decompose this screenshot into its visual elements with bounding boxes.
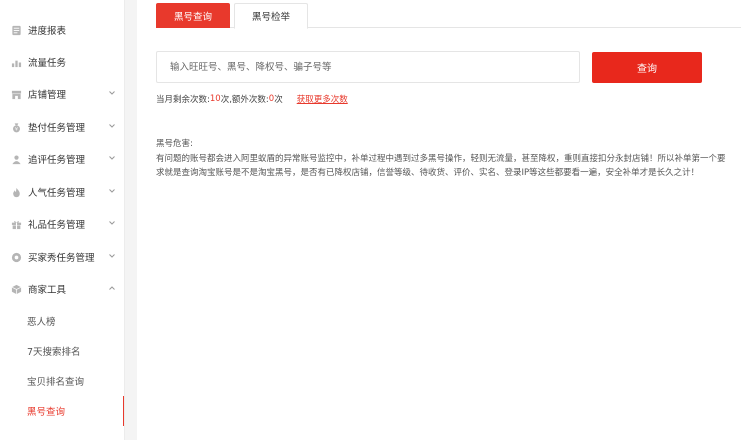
sidebar-item-buyer-show-tasks[interactable]: 买家秀任务管理 [0,241,124,273]
sidebar-item-label: 礼品任务管理 [28,220,86,231]
sidebar-subitem-item-rank-query[interactable]: 宝贝排名查询 [0,366,124,396]
sidebar-subitem-black-account-query[interactable]: 黑号查询 [0,396,124,426]
tab-black-account-report[interactable]: 黑号检举 [234,3,308,29]
get-more-link[interactable]: 获取更多次数 [297,93,348,105]
extra-count-unit: 次 [274,95,283,105]
sidebar-item-traffic-tasks[interactable]: 流量任务 [0,46,124,78]
sidebar-item-label: 流量任务 [28,58,67,69]
monthly-remaining-count: 10 [209,94,221,104]
sidebar-subitem-label: 7天搜索排名 [27,347,81,358]
sidebar-item-popularity-tasks[interactable]: 人气任务管理 [0,176,124,208]
tab-label: 黑号检举 [251,12,290,23]
sidebar-item-label: 店铺管理 [28,90,67,101]
gift-icon [10,218,22,230]
sidebar-item-label: 追评任务管理 [28,155,86,166]
tab-label: 黑号查询 [173,11,212,23]
buyer-show-icon [10,251,22,263]
chevron-down-icon [108,252,116,260]
svg-text:¥: ¥ [15,126,18,132]
shop-icon [10,88,22,100]
danger-text: 有问题的账号都会进入阿里蚁盾的异常账号监控中，补单过程中遇到过多黑号操作，轻则无… [156,154,726,178]
sidebar-item-label: 垫付任务管理 [28,123,86,134]
tab-bar: 黑号查询 黑号检举 [156,3,741,29]
sidebar-item-progress-report[interactable]: 进度报表 [0,14,124,46]
report-icon [10,24,22,36]
advance-pay-icon: ¥ [10,121,22,133]
danger-title: 黑号危害: [156,139,193,149]
sidebar-item-label: 买家秀任务管理 [28,253,95,264]
monthly-remaining-label: 当月剩余次数: [156,95,210,105]
query-button-label: 查询 [637,64,657,75]
sidebar-subitem-label: 黑号查询 [27,407,66,418]
sidebar-item-label: 商家工具 [28,285,67,296]
main-content: 黑号查询 黑号检举 查询 当月剩余次数: 10 次,额外次数: 0 次 获取更多… [137,0,741,440]
chevron-down-icon [108,219,116,227]
sidebar-item-shop-management[interactable]: 店铺管理 [0,78,124,110]
search-input[interactable] [156,51,580,83]
sidebar-subitem-blacklist[interactable]: 恶人榜 [0,306,124,336]
sidebar-item-label: 人气任务管理 [28,188,86,199]
toolbox-icon [10,283,22,295]
chevron-down-icon [108,89,116,97]
chevron-down-icon [108,187,116,195]
query-button[interactable]: 查询 [592,52,702,83]
tab-black-account-query[interactable]: 黑号查询 [156,3,230,28]
chevron-down-icon [108,154,116,162]
sidebar-item-gift-tasks[interactable]: 礼品任务管理 [0,208,124,240]
fire-icon [10,186,22,198]
review-icon [10,153,22,165]
sidebar-subitem-7day-search-rank[interactable]: 7天搜索排名 [0,336,124,366]
chevron-down-icon [108,122,116,130]
extra-count-label: 次,额外次数: [220,95,269,105]
traffic-icon [10,56,22,68]
sidebar: 进度报表 流量任务 店铺管理 ¥ 垫付任务管理 追评任务管理 人气任务管理 礼品… [0,0,125,440]
sidebar-item-advance-pay-tasks[interactable]: ¥ 垫付任务管理 [0,111,124,143]
sidebar-item-review-tasks[interactable]: 追评任务管理 [0,143,124,175]
sidebar-item-label: 进度报表 [28,26,67,37]
chevron-up-icon [108,284,116,292]
sidebar-subitem-label: 恶人榜 [27,317,56,328]
sidebar-item-merchant-tools[interactable]: 商家工具 [0,273,124,305]
quota-info: 当月剩余次数: 10 次,额外次数: 0 次 获取更多次数 [156,93,348,105]
sidebar-subitem-label: 宝贝排名查询 [27,377,85,388]
